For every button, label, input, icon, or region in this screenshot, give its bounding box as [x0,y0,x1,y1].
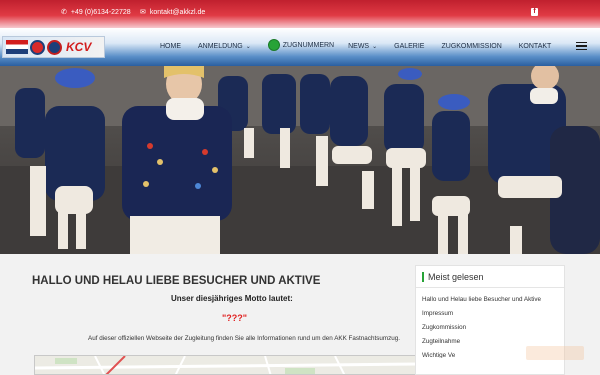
envelope-icon: ✉ [140,9,146,16]
route-map[interactable] [34,355,420,375]
widget-header: Meist gelesen [416,266,564,288]
most-read-link[interactable]: Zugkommission [422,324,564,332]
main-content: HALLO UND HELAU LIEBE BESUCHER UND AKTIV… [0,254,600,375]
main-header: KCV HOME ANMELDUNG ⌄ ZUGNUMMERN NEWS ⌄ GAL… [0,28,600,66]
nav-home[interactable]: HOME [160,41,181,51]
nav-galerie[interactable]: GALERIE [394,41,424,51]
chevron-down-icon[interactable]: ⌄ [246,43,251,50]
phone-number[interactable]: +49 (0)6134-22728 [71,9,131,16]
chevron-down-icon[interactable]: ⌄ [372,43,377,50]
scroll-to-top-button[interactable] [526,346,584,360]
carnival-parade-photo [0,66,600,254]
nav-anmeldung[interactable]: ANMELDUNG ⌄ [198,41,251,51]
email-contact[interactable]: ✉ kontakt@akkzl.de [140,8,205,17]
nav-anmeldung-label[interactable]: ANMELDUNG [198,43,243,50]
top-contact-bar: ✆ +49 (0)6134-22728 ✉ kontakt@akkzl.de f [0,0,600,28]
nav-zugkommission[interactable]: ZUGKOMMISSION [441,41,501,51]
phone-icon: ✆ [61,9,67,16]
phone-contact[interactable]: ✆ +49 (0)6134-22728 [61,8,131,17]
nav-galerie-label[interactable]: GALERIE [394,43,424,50]
nav-news[interactable]: NEWS ⌄ [348,41,377,51]
logo-emblem [30,39,45,55]
most-read-link[interactable]: Hallo und Helau liebe Besucher und Aktiv… [422,296,564,304]
facebook-icon[interactable]: f [531,8,538,16]
motto-label: Unser diesjähriges Motto lautet: [171,294,293,303]
page-headline: HALLO UND HELAU LIEBE BESUCHER UND AKTIV… [32,275,321,287]
nav-zugkommission-label[interactable]: ZUGKOMMISSION [441,43,501,50]
logo-text: KCV [66,40,92,54]
email-address[interactable]: kontakt@akkzl.de [150,9,205,16]
most-read-link[interactable]: Impressum [422,310,564,318]
main-navigation: HOME ANMELDUNG ⌄ ZUGNUMMERN NEWS ⌄ GALERIE… [160,39,568,51]
map-streets [35,356,419,374]
nav-zugnummern[interactable]: ZUGNUMMERN [267,39,334,51]
widget-title: Meist gelesen [428,271,484,282]
green-badge-icon [267,39,280,51]
nav-kontakt-label[interactable]: KONTAKT [519,43,552,50]
motto-text: "???" [222,313,248,323]
most-read-link[interactable]: Zugteilnahme [422,338,564,346]
intro-text: Auf dieser offiziellen Webseite der Zugl… [88,335,400,342]
nav-zugnummern-label[interactable]: ZUGNUMMERN [283,42,334,49]
site-logo[interactable]: KCV [2,36,105,58]
hamburger-menu-icon[interactable] [576,42,587,50]
hero-image [0,66,600,254]
logo-flag [6,40,28,54]
nav-home-label[interactable]: HOME [160,43,181,50]
accent-bar [422,271,424,282]
logo-emblem-secondary [47,39,62,55]
nav-news-label[interactable]: NEWS [348,43,369,50]
nav-kontakt[interactable]: KONTAKT [519,41,552,51]
